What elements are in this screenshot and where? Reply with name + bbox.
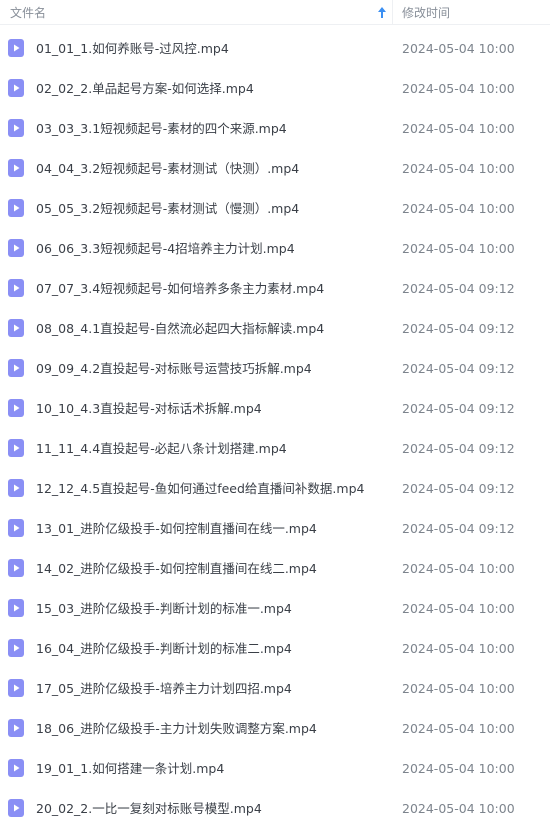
file-modified-date: 2024-05-04 10:00 [402, 681, 515, 696]
file-rows: 01_01_1.如何养账号-过风控.mp4 2024-05-04 10:00 02_… [0, 29, 550, 820]
file-modified-date: 2024-05-04 10:00 [402, 641, 515, 656]
file-name[interactable]: 15_03_进阶亿级投手-判断计划的标准一.mp4 [36, 589, 292, 629]
file-row[interactable]: 11_11_4.4直投起号-必起八条计划搭建.mp4 2024-05-04 09:… [0, 429, 550, 469]
file-name[interactable]: 16_04_进阶亿级投手-判断计划的标准二.mp4 [36, 629, 292, 669]
file-modified-date: 2024-05-04 09:12 [402, 281, 515, 296]
video-file-icon [8, 199, 24, 217]
file-row[interactable]: 15_03_进阶亿级投手-判断计划的标准一.mp4 2024-05-04 10:0… [0, 589, 550, 629]
file-name[interactable]: 13_01_进阶亿级投手-如何控制直播间在线一.mp4 [36, 509, 317, 549]
file-row[interactable]: 04_04_3.2短视频起号-素材测试（快测）.mp4 2024-05-04 10… [0, 149, 550, 189]
column-header-name[interactable]: 文件名 [0, 0, 393, 25]
video-file-icon [8, 799, 24, 817]
column-header-date[interactable]: 修改时间 [393, 0, 450, 25]
video-file-icon [8, 679, 24, 697]
video-file-icon [8, 759, 24, 777]
file-list: 文件名 修改时间 01_01_1.如何养账号-过风控.mp4 2024-05-04… [0, 0, 550, 820]
file-modified-date: 2024-05-04 09:12 [402, 401, 515, 416]
file-name[interactable]: 12_12_4.5直投起号-鱼如何通过feed给直播间补数据.mp4 [36, 469, 364, 509]
file-modified-date: 2024-05-04 09:12 [402, 321, 515, 336]
video-file-icon [8, 239, 24, 257]
video-file-icon [8, 639, 24, 657]
file-name[interactable]: 17_05_进阶亿级投手-培养主力计划四招.mp4 [36, 669, 292, 709]
video-file-icon [8, 359, 24, 377]
file-row[interactable]: 01_01_1.如何养账号-过风控.mp4 2024-05-04 10:00 [0, 29, 550, 69]
file-name[interactable]: 01_01_1.如何养账号-过风控.mp4 [36, 29, 229, 69]
video-file-icon [8, 719, 24, 737]
column-date-label: 修改时间 [402, 5, 451, 20]
video-file-icon [8, 559, 24, 577]
file-modified-date: 2024-05-04 10:00 [402, 801, 515, 816]
file-modified-date: 2024-05-04 10:00 [402, 721, 515, 736]
file-modified-date: 2024-05-04 09:12 [402, 521, 515, 536]
video-file-icon [8, 479, 24, 497]
video-file-icon [8, 39, 24, 57]
file-row[interactable]: 17_05_进阶亿级投手-培养主力计划四招.mp4 2024-05-04 10:0… [0, 669, 550, 709]
video-file-icon [8, 399, 24, 417]
file-name[interactable]: 20_02_2.一比一复刻对标账号模型.mp4 [36, 789, 262, 820]
file-row[interactable]: 14_02_进阶亿级投手-如何控制直播间在线二.mp4 2024-05-04 10… [0, 549, 550, 589]
file-name[interactable]: 06_06_3.3短视频起号-4招培养主力计划.mp4 [36, 229, 295, 269]
file-name[interactable]: 19_01_1.如何搭建一条计划.mp4 [36, 749, 224, 789]
file-name[interactable]: 18_06_进阶亿级投手-主力计划失败调整方案.mp4 [36, 709, 317, 749]
file-row[interactable]: 13_01_进阶亿级投手-如何控制直播间在线一.mp4 2024-05-04 09… [0, 509, 550, 549]
file-row[interactable]: 02_02_2.单品起号方案-如何选择.mp4 2024-05-04 10:00 [0, 69, 550, 109]
file-modified-date: 2024-05-04 10:00 [402, 561, 515, 576]
file-modified-date: 2024-05-04 10:00 [402, 601, 515, 616]
file-modified-date: 2024-05-04 09:12 [402, 441, 515, 456]
file-row[interactable]: 10_10_4.3直投起号-对标话术拆解.mp4 2024-05-04 09:12 [0, 389, 550, 429]
file-row[interactable]: 09_09_4.2直投起号-对标账号运营技巧拆解.mp4 2024-05-04 0… [0, 349, 550, 389]
file-modified-date: 2024-05-04 10:00 [402, 761, 515, 776]
file-row[interactable]: 20_02_2.一比一复刻对标账号模型.mp4 2024-05-04 10:00 [0, 789, 550, 820]
file-modified-date: 2024-05-04 10:00 [402, 241, 515, 256]
file-name[interactable]: 07_07_3.4短视频起号-如何培养多条主力素材.mp4 [36, 269, 324, 309]
file-row[interactable]: 03_03_3.1短视频起号-素材的四个来源.mp4 2024-05-04 10:… [0, 109, 550, 149]
file-modified-date: 2024-05-04 10:00 [402, 121, 515, 136]
column-header: 文件名 修改时间 [0, 0, 550, 25]
file-row[interactable]: 16_04_进阶亿级投手-判断计划的标准二.mp4 2024-05-04 10:0… [0, 629, 550, 669]
file-name[interactable]: 03_03_3.1短视频起号-素材的四个来源.mp4 [36, 109, 287, 149]
arrow-up-icon[interactable] [378, 6, 386, 18]
file-modified-date: 2024-05-04 09:12 [402, 481, 515, 496]
file-name[interactable]: 04_04_3.2短视频起号-素材测试（快测）.mp4 [36, 149, 299, 189]
file-row[interactable]: 05_05_3.2短视频起号-素材测试（慢测）.mp4 2024-05-04 10… [0, 189, 550, 229]
video-file-icon [8, 159, 24, 177]
video-file-icon [8, 279, 24, 297]
file-row[interactable]: 19_01_1.如何搭建一条计划.mp4 2024-05-04 10:00 [0, 749, 550, 789]
video-file-icon [8, 319, 24, 337]
file-name[interactable]: 10_10_4.3直投起号-对标话术拆解.mp4 [36, 389, 262, 429]
video-file-icon [8, 119, 24, 137]
file-modified-date: 2024-05-04 10:00 [402, 161, 515, 176]
file-name[interactable]: 14_02_进阶亿级投手-如何控制直播间在线二.mp4 [36, 549, 317, 589]
file-name[interactable]: 11_11_4.4直投起号-必起八条计划搭建.mp4 [36, 429, 287, 469]
file-name[interactable]: 02_02_2.单品起号方案-如何选择.mp4 [36, 69, 254, 109]
file-row[interactable]: 12_12_4.5直投起号-鱼如何通过feed给直播间补数据.mp4 2024-0… [0, 469, 550, 509]
column-name-label: 文件名 [10, 5, 47, 20]
file-modified-date: 2024-05-04 10:00 [402, 201, 515, 216]
file-name[interactable]: 09_09_4.2直投起号-对标账号运营技巧拆解.mp4 [36, 349, 312, 389]
video-file-icon [8, 599, 24, 617]
video-file-icon [8, 519, 24, 537]
file-modified-date: 2024-05-04 10:00 [402, 41, 515, 56]
file-row[interactable]: 07_07_3.4短视频起号-如何培养多条主力素材.mp4 2024-05-04 … [0, 269, 550, 309]
file-modified-date: 2024-05-04 09:12 [402, 361, 515, 376]
file-name[interactable]: 05_05_3.2短视频起号-素材测试（慢测）.mp4 [36, 189, 299, 229]
file-row[interactable]: 06_06_3.3短视频起号-4招培养主力计划.mp4 2024-05-04 10… [0, 229, 550, 269]
file-row[interactable]: 08_08_4.1直投起号-自然流必起四大指标解读.mp4 2024-05-04 … [0, 309, 550, 349]
file-name[interactable]: 08_08_4.1直投起号-自然流必起四大指标解读.mp4 [36, 309, 324, 349]
video-file-icon [8, 439, 24, 457]
file-modified-date: 2024-05-04 10:00 [402, 81, 515, 96]
file-row[interactable]: 18_06_进阶亿级投手-主力计划失败调整方案.mp4 2024-05-04 10… [0, 709, 550, 749]
video-file-icon [8, 79, 24, 97]
